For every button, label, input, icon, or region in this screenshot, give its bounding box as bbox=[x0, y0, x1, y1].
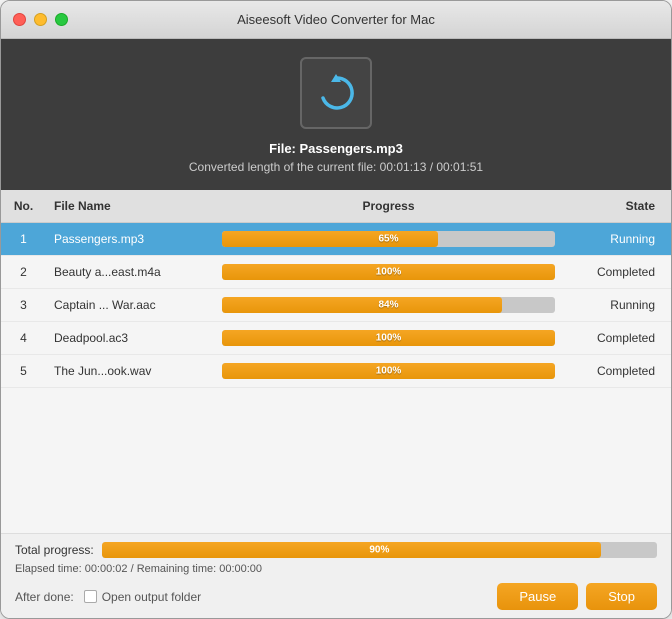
title-bar: Aiseesoft Video Converter for Mac bbox=[1, 1, 671, 39]
cell-filename: The Jun...ook.wav bbox=[46, 364, 206, 378]
table-row[interactable]: 3 Captain ... War.aac 84% Running bbox=[1, 289, 671, 322]
file-info: File: Passengers.mp3 bbox=[269, 141, 403, 156]
cell-no: 1 bbox=[1, 232, 46, 246]
total-progress-label: Total progress: bbox=[15, 543, 94, 557]
refresh-icon bbox=[313, 70, 359, 116]
footer-row: After done: Open output folder Pause Sto… bbox=[15, 583, 657, 610]
converting-area: File: Passengers.mp3 Converted length of… bbox=[1, 39, 671, 190]
convert-icon-box bbox=[300, 57, 372, 129]
after-done-label: After done: bbox=[15, 590, 74, 604]
maximize-button[interactable] bbox=[55, 13, 68, 26]
total-progress-bar: 90% bbox=[102, 542, 657, 558]
cell-filename: Passengers.mp3 bbox=[46, 232, 206, 246]
table-row[interactable]: 2 Beauty a...east.m4a 100% Completed bbox=[1, 256, 671, 289]
cell-state: Completed bbox=[571, 364, 671, 378]
table-body: 1 Passengers.mp3 65% Running 2 Beauty a.… bbox=[1, 223, 671, 388]
traffic-lights bbox=[13, 13, 68, 26]
progress-bar: 100% bbox=[222, 264, 555, 280]
cell-state: Completed bbox=[571, 331, 671, 345]
table-row[interactable]: 1 Passengers.mp3 65% Running bbox=[1, 223, 671, 256]
progress-bar: 84% bbox=[222, 297, 555, 313]
progress-fill bbox=[222, 231, 438, 247]
cell-progress: 84% bbox=[206, 297, 571, 313]
file-table: No. File Name Progress State 1 Passenger… bbox=[1, 190, 671, 533]
app-window: Aiseesoft Video Converter for Mac File: … bbox=[0, 0, 672, 619]
table-row[interactable]: 5 The Jun...ook.wav 100% Completed bbox=[1, 355, 671, 388]
window-title: Aiseesoft Video Converter for Mac bbox=[237, 12, 435, 27]
progress-label: 100% bbox=[376, 267, 402, 278]
elapsed-row: Elapsed time: 00:00:02 / Remaining time:… bbox=[15, 563, 657, 575]
progress-label: 100% bbox=[376, 333, 402, 344]
table-header: No. File Name Progress State bbox=[1, 190, 671, 223]
progress-bar: 100% bbox=[222, 330, 555, 346]
open-folder-label: Open output folder bbox=[102, 590, 201, 604]
stop-button[interactable]: Stop bbox=[586, 583, 657, 610]
pause-button[interactable]: Pause bbox=[497, 583, 578, 610]
col-header-state: State bbox=[571, 195, 671, 217]
cell-state: Running bbox=[571, 232, 671, 246]
open-folder-checkbox-wrapper[interactable]: Open output folder bbox=[84, 590, 201, 604]
progress-fill bbox=[222, 297, 502, 313]
col-header-no: No. bbox=[1, 195, 46, 217]
converted-length: Converted length of the current file: 00… bbox=[189, 160, 483, 174]
cell-filename: Deadpool.ac3 bbox=[46, 331, 206, 345]
cell-filename: Beauty a...east.m4a bbox=[46, 265, 206, 279]
col-header-filename: File Name bbox=[46, 195, 206, 217]
cell-state: Completed bbox=[571, 265, 671, 279]
close-button[interactable] bbox=[13, 13, 26, 26]
cell-no: 2 bbox=[1, 265, 46, 279]
progress-bar: 100% bbox=[222, 363, 555, 379]
progress-label: 65% bbox=[378, 234, 398, 245]
total-progress-value: 90% bbox=[369, 545, 389, 556]
open-folder-checkbox[interactable] bbox=[84, 590, 97, 603]
col-header-progress: Progress bbox=[206, 195, 571, 217]
cell-progress: 100% bbox=[206, 363, 571, 379]
cell-filename: Captain ... War.aac bbox=[46, 298, 206, 312]
cell-no: 3 bbox=[1, 298, 46, 312]
bottom-area: Total progress: 90% Elapsed time: 00:00:… bbox=[1, 533, 671, 618]
cell-no: 4 bbox=[1, 331, 46, 345]
table-row[interactable]: 4 Deadpool.ac3 100% Completed bbox=[1, 322, 671, 355]
progress-label: 100% bbox=[376, 366, 402, 377]
cell-progress: 100% bbox=[206, 330, 571, 346]
progress-label: 84% bbox=[378, 300, 398, 311]
cell-state: Running bbox=[571, 298, 671, 312]
total-progress-fill bbox=[102, 542, 602, 558]
cell-progress: 100% bbox=[206, 264, 571, 280]
total-progress-row: Total progress: 90% bbox=[15, 542, 657, 558]
minimize-button[interactable] bbox=[34, 13, 47, 26]
progress-bar: 65% bbox=[222, 231, 555, 247]
cell-no: 5 bbox=[1, 364, 46, 378]
cell-progress: 65% bbox=[206, 231, 571, 247]
